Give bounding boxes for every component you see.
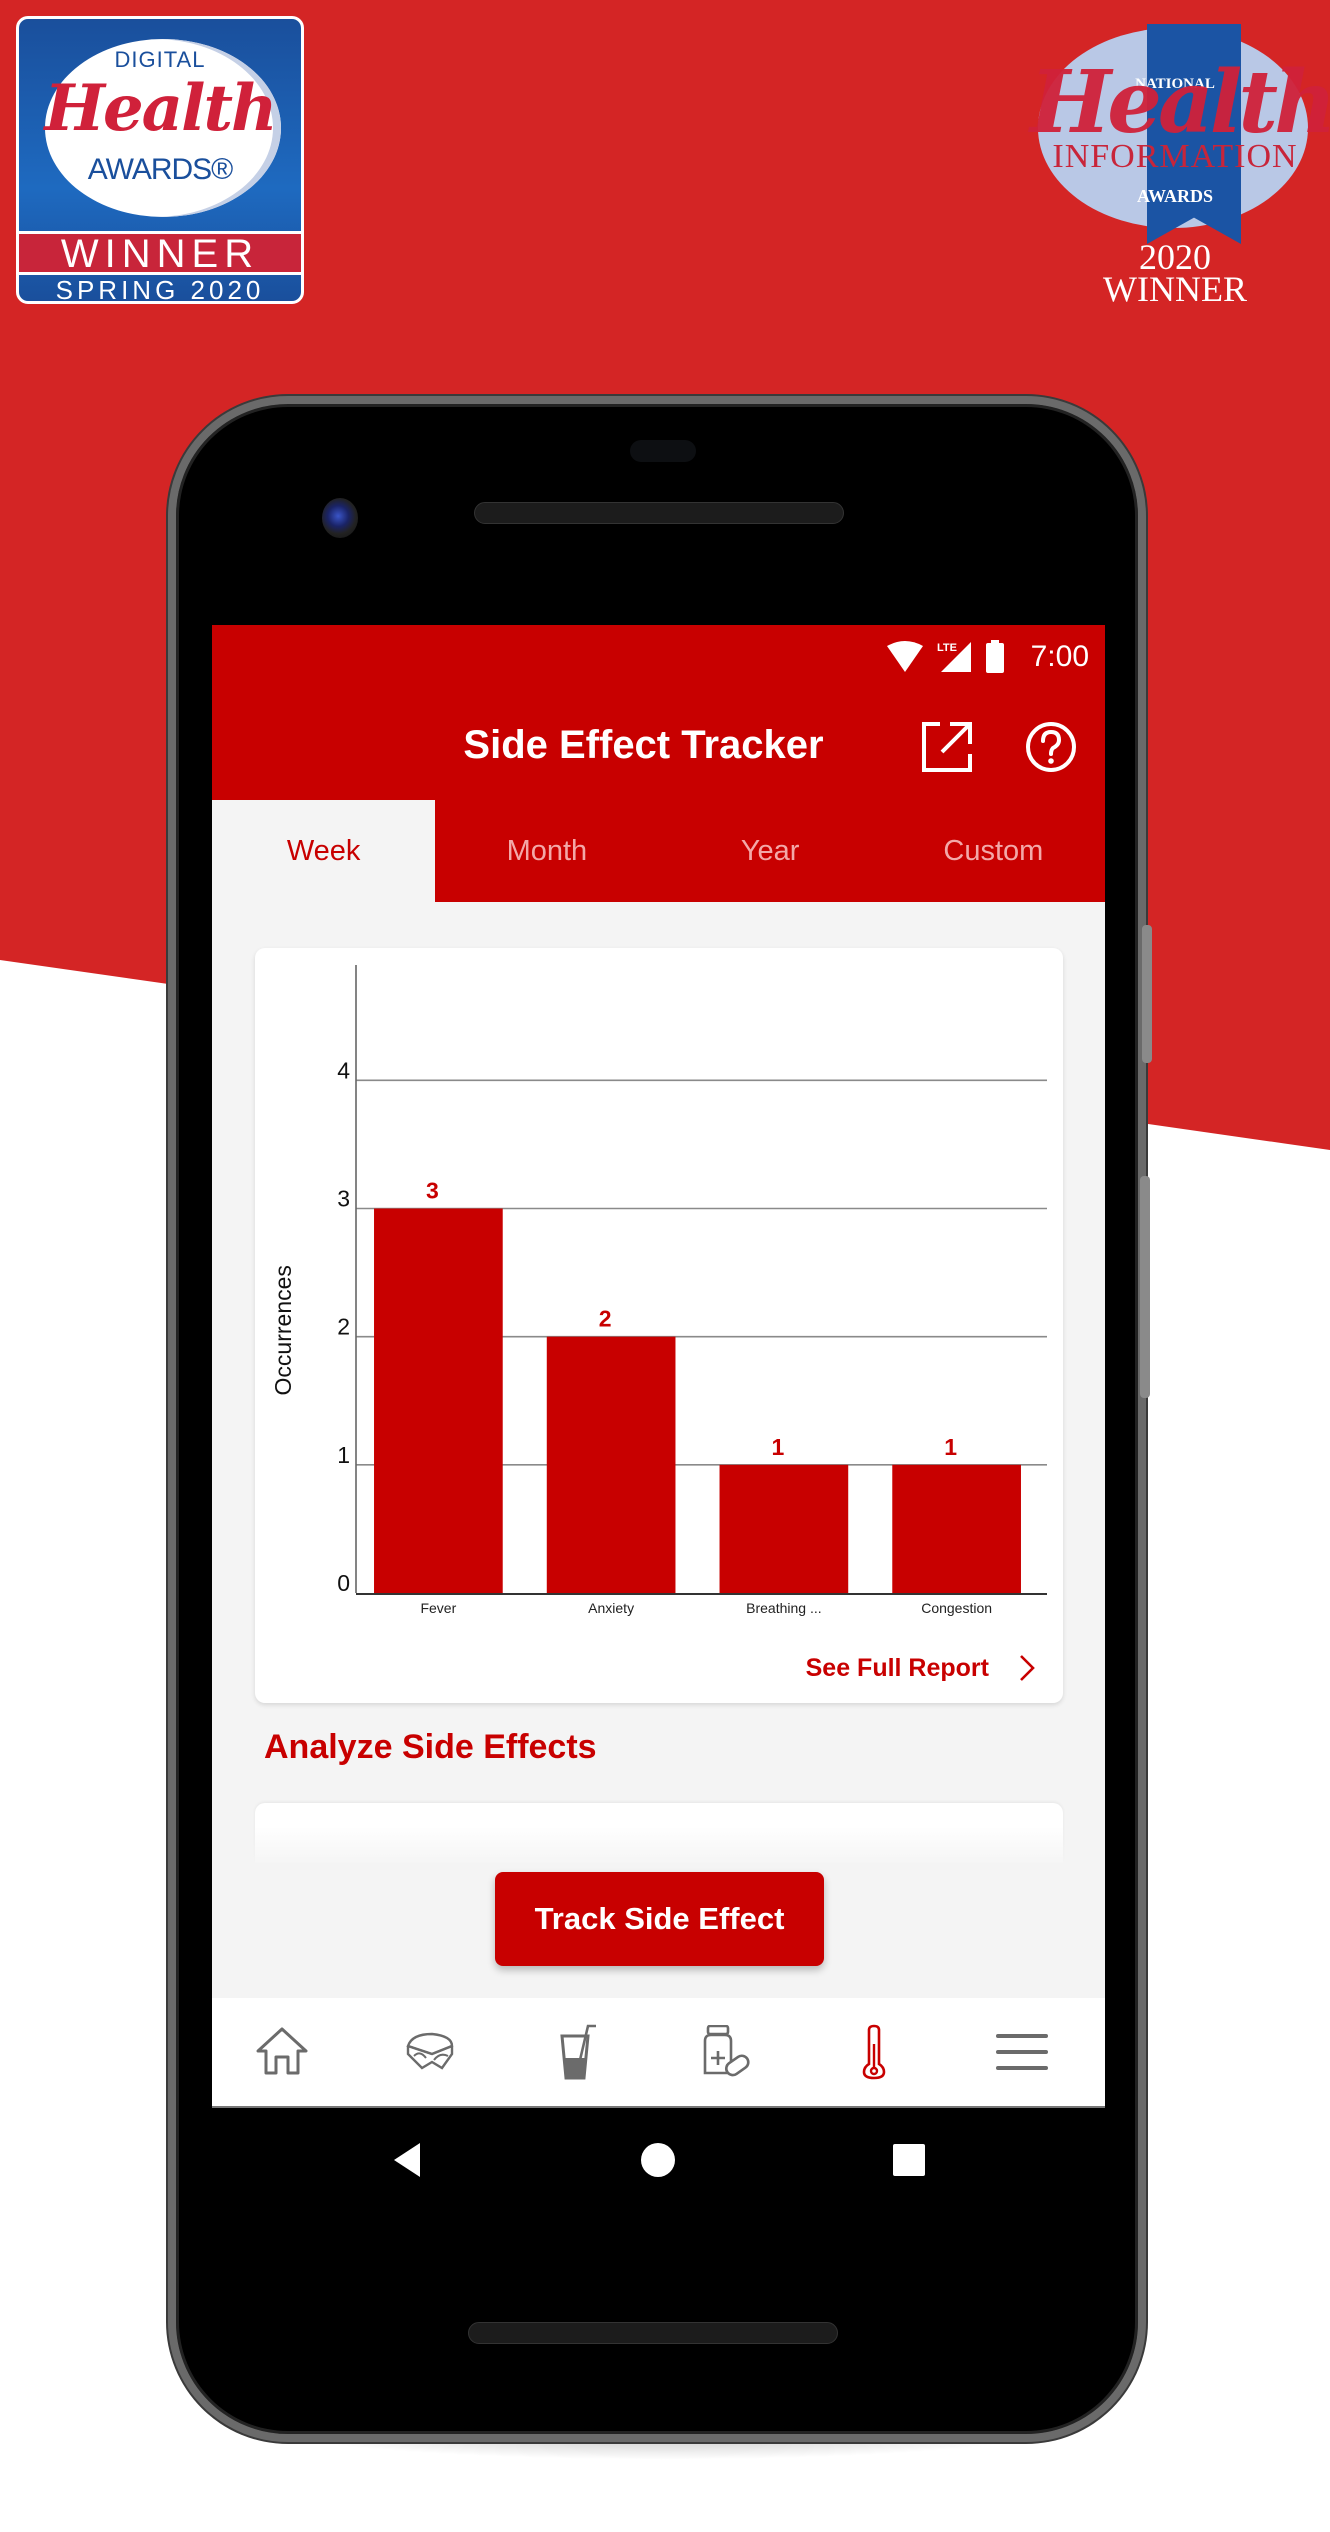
bar-fever [374,1208,503,1593]
badge-awards-text: AWARDS [1136,186,1214,206]
status-bar: LTE 7:00 [212,625,1105,690]
see-full-report-link[interactable]: See Full Report [806,1648,1035,1688]
badge-information-text: INFORMATION [1052,138,1298,175]
x-tick-label: Congestion [921,1600,992,1616]
badge-winner-text: WINNER [19,231,301,275]
earpiece-speaker [474,502,844,524]
app-screen: LTE 7:00 Side Effect Tracker Week Month … [212,625,1105,2108]
share-button[interactable] [920,720,974,774]
back-icon [394,2143,420,2177]
bottom-nav [212,1998,1105,2108]
bar-congestion [892,1464,1021,1593]
x-tick-label: Breathing ... [746,1600,822,1616]
x-tick-label: Anxiety [588,1600,634,1616]
bar-data-label: 1 [944,1434,957,1460]
x-tick-label: Fever [420,1600,456,1616]
bar-anxiety [546,1336,676,1593]
y-tick-label: 1 [337,1442,350,1468]
app-header: Side Effect Tracker [212,690,1105,800]
battery-icon [986,640,1004,673]
android-recents-button[interactable] [874,2125,944,2195]
android-back-button[interactable] [372,2125,442,2195]
y-tick-label: 2 [337,1314,350,1340]
status-icons: LTE [885,639,1005,675]
chevron-right-icon [1020,1655,1035,1681]
badge-winner-text: WINNER [1103,269,1247,309]
badge-season-text: SPRING 2020 [55,275,265,304]
front-camera [322,498,358,538]
android-home-button[interactable] [623,2125,693,2195]
wifi-icon [887,641,923,672]
badge-awards-text: AWARDS® [87,153,234,186]
drink-icon [560,2024,596,2080]
y-tick-label: 0 [337,1570,350,1596]
nav-menu[interactable] [948,1998,1096,2106]
bar-data-label: 3 [426,1178,439,1204]
menu-icon [996,2034,1048,2070]
badge-health-text: Health [44,71,277,146]
sandwich-icon [406,2032,454,2070]
side-effect-bar-chart: 0 1 2 3 4 Occurrences 3 Fever 2 Anxiety 1 Breathing… [270,965,1047,1616]
bar-data-label: 2 [599,1306,612,1332]
bar-breathing [719,1464,849,1593]
signal-icon: LTE [937,642,971,672]
proximity-sensor [630,440,696,462]
tab-year[interactable]: Year [659,800,882,902]
power-button [1142,925,1152,1063]
bottom-speaker [468,2322,838,2344]
y-axis-label: Occurrences [270,1265,296,1395]
bar-data-label: 1 [771,1434,784,1460]
period-tabs: Week Month Year Custom [212,800,1105,902]
scroll-fade [212,1827,1105,1867]
y-tick-label: 3 [337,1186,350,1212]
volume-button [1140,1176,1150,1398]
chart-card: 0 1 2 3 4 Occurrences 3 Fever 2 Anxiety 1 Breathing… [255,948,1063,1703]
status-time: 7:00 [1030,640,1089,673]
y-tick-label: 4 [337,1057,350,1083]
home-circle-icon [641,2143,675,2177]
thermometer-icon [862,2024,886,2080]
tab-week[interactable]: Week [212,800,436,902]
help-icon [1026,722,1076,772]
svg-text:LTE: LTE [937,642,957,654]
nav-home[interactable] [212,1998,356,2106]
share-icon [922,722,972,772]
national-health-information-awards-badge: NATIONAL Health INFORMATION AWARDS 2020 … [1030,14,1330,309]
tab-custom[interactable]: Custom [882,800,1105,902]
recents-icon [893,2144,925,2176]
analyze-side-effects-heading: Analyze Side Effects [264,1728,597,1766]
nav-medication[interactable] [652,1998,800,2106]
nav-side-effects[interactable] [800,1998,948,2106]
home-icon [256,2027,308,2075]
pill-bottle-icon [703,2025,750,2077]
see-full-report-label: See Full Report [805,1653,989,1682]
track-side-effect-button[interactable]: Track Side Effect [495,1872,824,1966]
digital-health-awards-badge: DIGITAL Health AWARDS® WINNER SPRING 202… [16,16,304,304]
tab-month[interactable]: Month [435,800,658,902]
badge-digital-text: DIGITAL [114,47,206,72]
android-nav-bar [212,2125,1105,2195]
help-button[interactable] [1024,720,1078,774]
nav-food[interactable] [356,1998,504,2106]
nav-drink[interactable] [504,1998,652,2106]
